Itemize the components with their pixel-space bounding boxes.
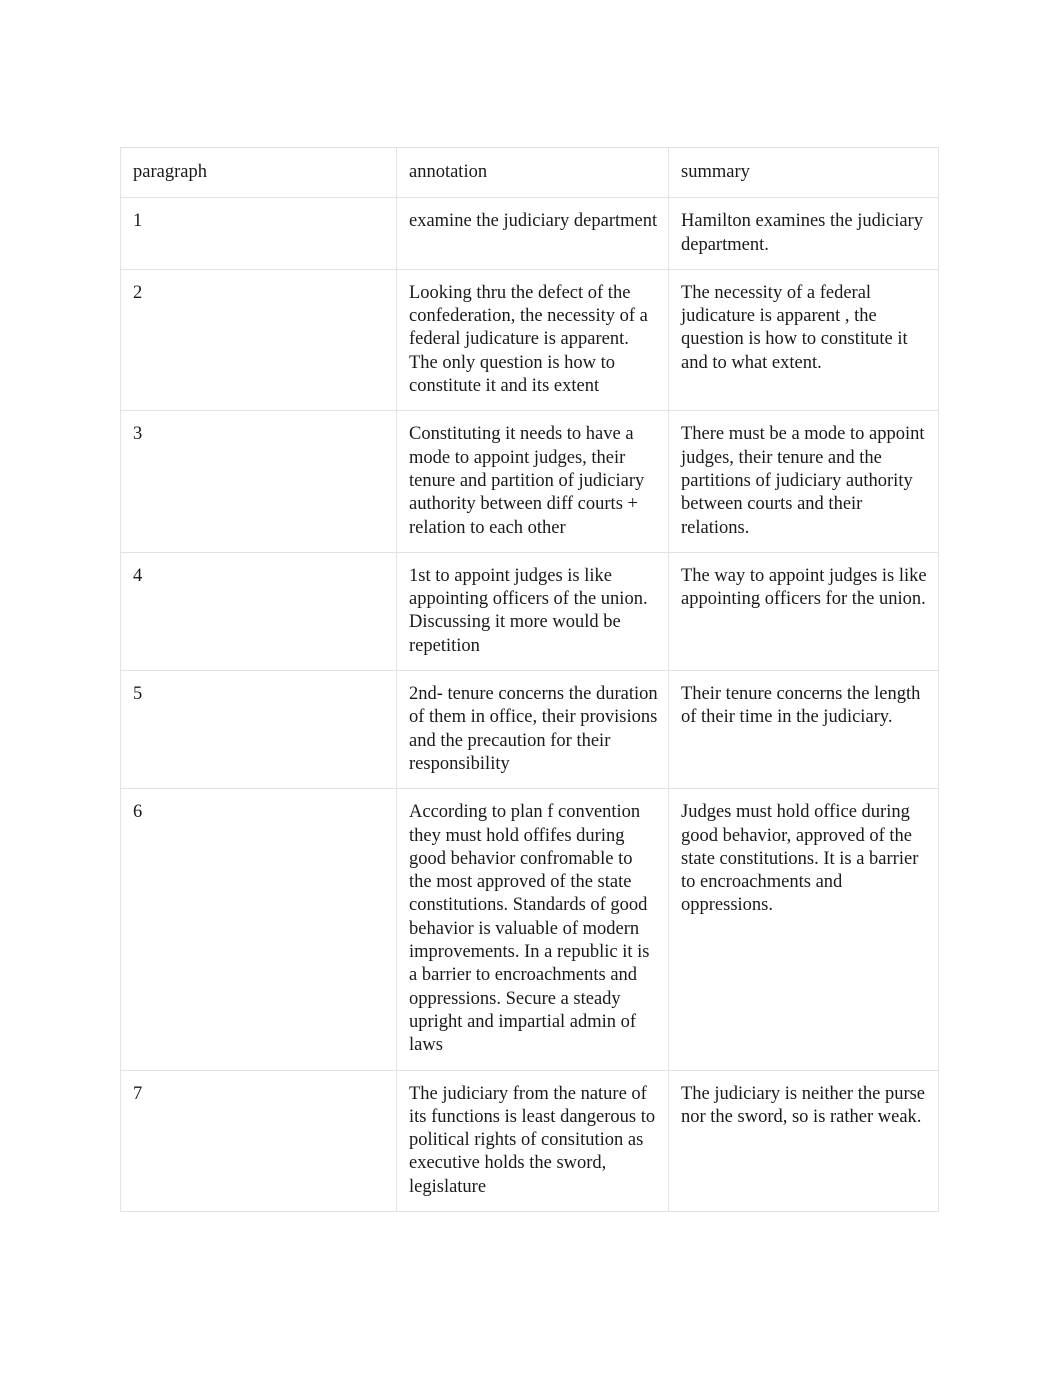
table-viewport: paragraph annotation summary 1 examine t… [120,147,940,1233]
table-row: 3 Constituting it needs to have a mode t… [120,410,939,553]
summary-text: The necessity of a federal judicature is… [681,282,908,373]
table-row: 2 Looking thru the defect of the confede… [120,268,939,412]
annotation-text: examine the judiciary department [409,211,658,232]
cell-summary: Judges must hold office during good beha… [668,788,939,1071]
column-header-annotation-label: annotation [409,162,488,182]
table-row: 4 1st to appoint judges is like appointi… [120,551,939,672]
paragraph-number-text: 2 [133,282,143,303]
column-header-summary: summary [668,147,939,199]
table-row: 7 The judiciary from the nature of its f… [120,1069,939,1212]
summary-text: There must be a mode to appoint judges, … [681,424,925,538]
summary-text: The judiciary is neither the purse nor t… [681,1083,926,1127]
annotation-text: Looking thru the defect of the confedera… [409,282,648,397]
annotation-text: 2nd- tenure concerns the duration of the… [409,684,658,774]
paragraph-number-text: 5 [133,684,143,705]
column-header-paragraph: paragraph [120,147,397,199]
cell-summary: Hamilton examines the judiciary departme… [668,197,939,270]
annotation-text: According to plan f convention they must… [409,802,650,1056]
cell-annotation: Constituting it needs to have a mode to … [396,410,669,553]
table-row: 1 examine the judiciary department Hamil… [120,197,939,270]
summary-text: Hamilton examines the judiciary departme… [681,211,923,255]
cell-paragraph-number: 5 [120,670,397,790]
summary-text: The way to appoint judges is like appoin… [681,565,927,610]
cell-paragraph-number: 1 [120,197,397,270]
summary-text: Their tenure concerns the length of thei… [681,684,921,728]
table-body: 1 examine the judiciary department Hamil… [120,197,939,1212]
cell-summary: The necessity of a federal judicature is… [668,268,939,412]
table-row: 6 According to plan f convention they mu… [120,788,939,1071]
column-header-summary-label: summary [681,162,750,182]
cell-annotation: 2nd- tenure concerns the duration of the… [396,670,669,790]
annotation-summary-table: paragraph annotation summary 1 examine t… [120,147,939,1212]
cell-summary: The way to appoint judges is like appoin… [668,551,939,672]
paragraph-number-text: 7 [133,1083,143,1104]
summary-text: Judges must hold office during good beha… [681,802,919,916]
table-row: 5 2nd- tenure concerns the duration of t… [120,670,939,790]
cell-paragraph-number: 3 [120,410,397,553]
table-header-row: paragraph annotation summary [120,147,939,199]
paragraph-number-text: 3 [133,424,143,445]
cell-paragraph-number: 7 [120,1069,397,1212]
cell-annotation: Looking thru the defect of the confedera… [396,268,669,412]
cell-annotation: According to plan f convention they must… [396,788,669,1071]
column-header-annotation: annotation [396,147,669,199]
cell-summary: There must be a mode to appoint judges, … [668,410,939,553]
cell-summary: Their tenure concerns the length of thei… [668,670,939,790]
annotation-text: 1st to appoint judges is like appointing… [409,565,648,656]
cell-annotation: 1st to appoint judges is like appointing… [396,551,669,672]
document-page: paragraph annotation summary 1 examine t… [0,0,1062,1377]
paragraph-number-text: 4 [133,565,143,586]
paragraph-number-text: 1 [133,211,143,232]
cell-paragraph-number: 6 [120,788,397,1071]
cell-paragraph-number: 4 [120,551,397,672]
cell-summary: The judiciary is neither the purse nor t… [668,1069,939,1212]
paragraph-number-text: 6 [133,802,143,823]
cell-paragraph-number: 2 [120,268,397,412]
annotation-text: The judiciary from the nature of its fun… [409,1083,656,1197]
cell-annotation: The judiciary from the nature of its fun… [396,1069,669,1212]
cell-annotation: examine the judiciary department [396,197,669,270]
table-header: paragraph annotation summary [120,147,939,199]
column-header-paragraph-label: paragraph [133,162,207,182]
annotation-text: Constituting it needs to have a mode to … [409,424,645,538]
